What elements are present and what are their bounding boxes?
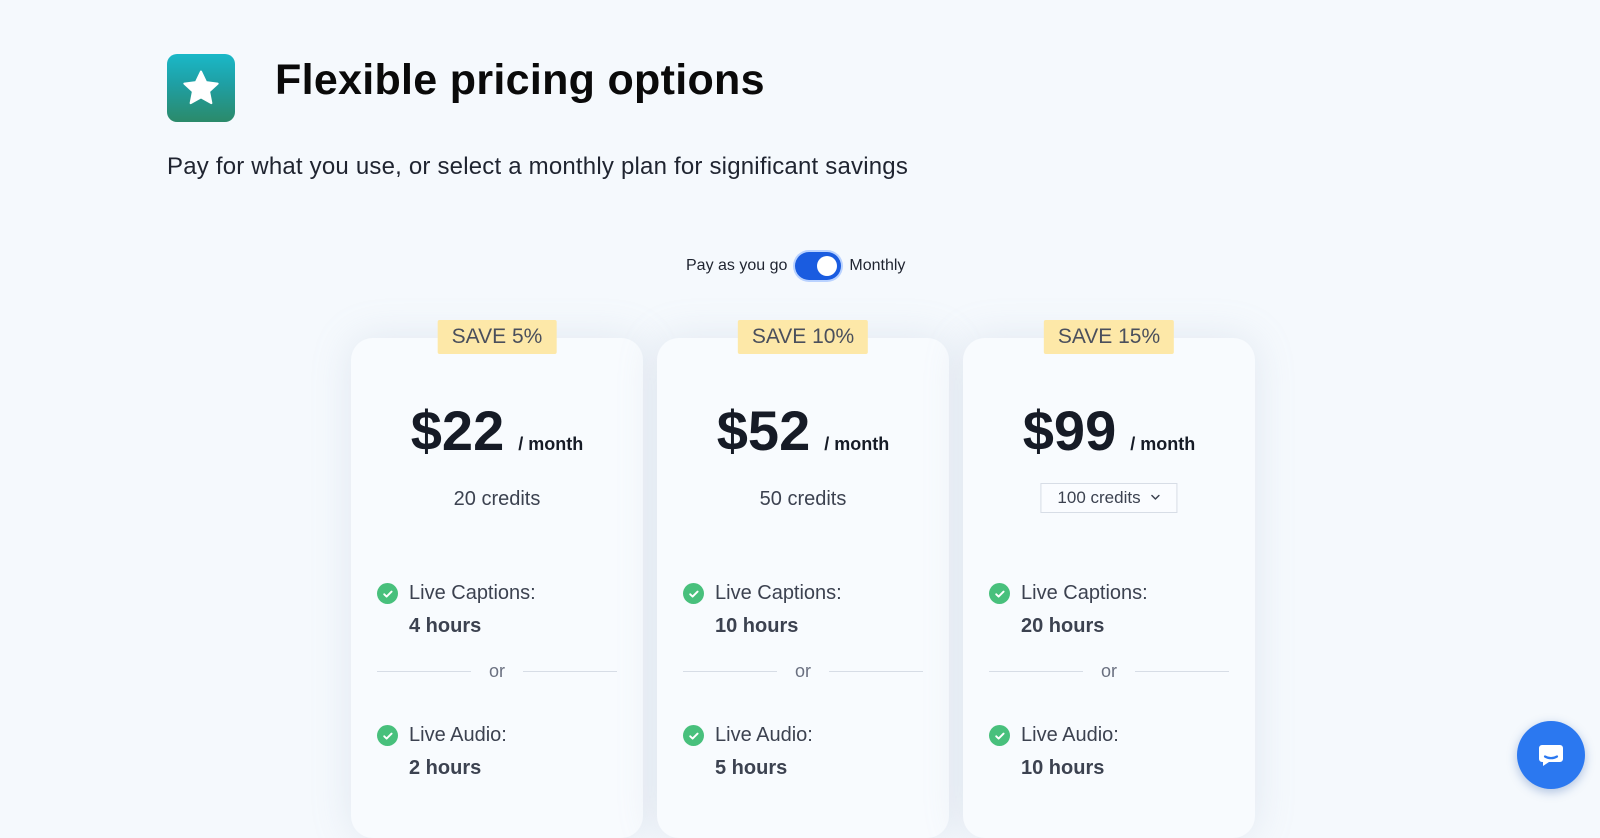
price-row: $22 / month	[351, 398, 643, 463]
feature-label: Live Audio:	[715, 724, 813, 746]
feature-value: 10 hours	[715, 615, 799, 637]
save-badge: SAVE 10%	[737, 320, 869, 354]
feature-value: 20 hours	[1021, 615, 1105, 637]
check-circle-icon	[377, 583, 398, 604]
chat-widget-button[interactable]	[1517, 721, 1585, 789]
billing-toggle-row: Pay as you go Monthly	[686, 252, 905, 280]
plan-price: $99	[1022, 399, 1117, 462]
feature-live-audio: Live Audio: 10 hours	[989, 724, 1119, 780]
plan-period: / month	[518, 434, 584, 454]
plan-price: $52	[716, 399, 811, 462]
feature-label: Live Audio:	[409, 724, 507, 746]
or-divider: or	[683, 661, 924, 682]
or-divider: or	[989, 661, 1230, 682]
divider-text: or	[489, 661, 506, 681]
feature-live-captions: Live Captions: 20 hours	[989, 582, 1148, 638]
check-circle-icon	[683, 583, 704, 604]
divider-line	[829, 671, 924, 672]
feature-label: Live Captions:	[1021, 582, 1148, 604]
plan-price: $22	[410, 399, 505, 462]
divider-line	[377, 671, 471, 672]
chevron-down-icon	[1151, 492, 1161, 504]
plan-card: SAVE 10% $52 / month 50 credits Live Cap…	[657, 320, 949, 838]
feature-value: 10 hours	[1021, 757, 1105, 779]
pay-as-you-go-label[interactable]: Pay as you go	[686, 257, 787, 275]
plan-card: SAVE 5% $22 / month 20 credits Live Capt…	[351, 320, 643, 838]
divider-text: or	[1101, 661, 1118, 681]
feature-live-captions: Live Captions: 4 hours	[377, 582, 536, 638]
page-title: Flexible pricing options	[275, 56, 765, 104]
plan-credits: 50 credits	[759, 488, 847, 510]
or-divider: or	[377, 661, 618, 682]
credits-select[interactable]: 100 credits	[1040, 483, 1178, 513]
monthly-label[interactable]: Monthly	[849, 257, 905, 275]
plan-card: SAVE 15% $99 / month 100 credits Live Ca…	[963, 320, 1255, 838]
feature-live-captions: Live Captions: 10 hours	[683, 582, 842, 638]
divider-line	[989, 671, 1083, 672]
star-icon	[167, 54, 235, 122]
divider-line	[1135, 671, 1230, 672]
save-badge: SAVE 5%	[437, 320, 557, 354]
feature-value: 5 hours	[715, 757, 788, 779]
credits-select-value: 100 credits	[1057, 488, 1141, 507]
plan-period: / month	[1130, 434, 1196, 454]
divider-line	[523, 671, 618, 672]
price-row: $99 / month	[963, 398, 1255, 463]
price-row: $52 / month	[657, 398, 949, 463]
feature-value: 4 hours	[409, 615, 482, 637]
billing-toggle[interactable]	[795, 252, 842, 280]
feature-label: Live Captions:	[715, 582, 842, 604]
check-circle-icon	[989, 583, 1010, 604]
feature-label: Live Captions:	[409, 582, 536, 604]
plan-period: / month	[824, 434, 890, 454]
page-subtitle: Pay for what you use, or select a monthl…	[167, 153, 909, 180]
chat-bubble-icon	[1539, 745, 1563, 766]
plan-credits: 20 credits	[453, 488, 541, 510]
feature-live-audio: Live Audio: 5 hours	[683, 724, 813, 780]
save-badge: SAVE 15%	[1043, 320, 1175, 354]
feature-label: Live Audio:	[1021, 724, 1119, 746]
check-circle-icon	[989, 725, 1010, 746]
feature-value: 2 hours	[409, 757, 482, 779]
feature-live-audio: Live Audio: 2 hours	[377, 724, 507, 780]
toggle-knob	[817, 256, 838, 276]
check-circle-icon	[683, 725, 704, 746]
divider-text: or	[795, 661, 812, 681]
divider-line	[683, 671, 777, 672]
check-circle-icon	[377, 725, 398, 746]
